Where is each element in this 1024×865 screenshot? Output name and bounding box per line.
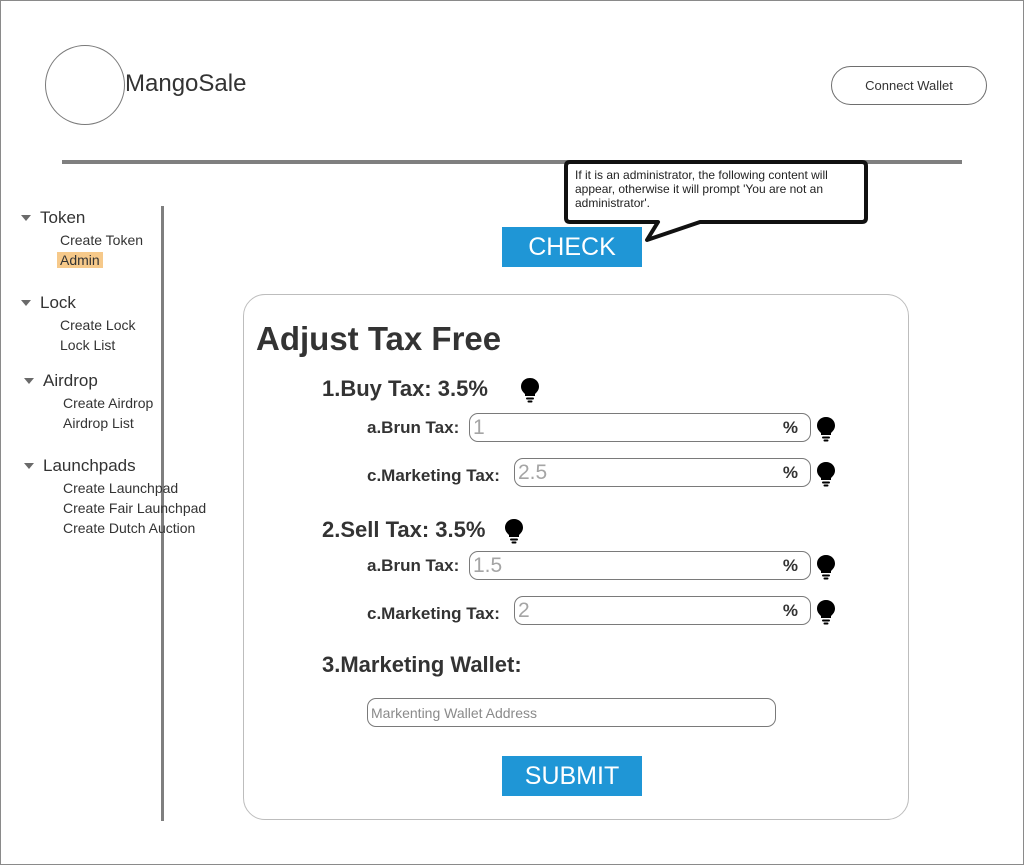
form-title: Adjust Tax Free [256,320,502,357]
buy-marketing-tax-field: % [514,458,811,487]
lightbulb-icon[interactable] [816,416,836,442]
caret-down-icon [21,300,31,306]
marketing-wallet-title: 3.Marketing Wallet: [322,652,522,677]
sidebar-group-launchpads: Launchpads Create Launchpad Create Fair … [24,456,206,536]
sidebar-item-create-fair-launchpad[interactable]: Create Fair Launchpad [63,500,206,516]
sell-marketing-tax-label: c.Marketing Tax: [367,604,500,623]
admin-note-text: If it is an administrator, the following… [575,168,828,210]
lightbulb-icon[interactable] [816,599,836,625]
buy-brun-tax-input[interactable] [470,415,810,440]
sell-brun-tax-input[interactable] [470,553,810,578]
marketing-wallet-field [367,698,776,727]
submit-button[interactable]: SUBMIT [502,756,642,796]
sidebar-group-header-token[interactable]: Token [21,208,143,228]
sidebar-group-label: Launchpads [43,456,136,475]
sidebar-item-create-dutch-auction[interactable]: Create Dutch Auction [63,520,206,536]
sidebar-group-lock: Lock Create Lock Lock List [21,293,135,353]
caret-down-icon [21,215,31,221]
sell-marketing-tax-input[interactable] [515,598,810,623]
sidebar-group-header-airdrop[interactable]: Airdrop [24,371,153,391]
sidebar-item-create-lock[interactable]: Create Lock [60,317,135,333]
sidebar-item-create-launchpad[interactable]: Create Launchpad [63,480,206,496]
sell-tax-title: 2.Sell Tax: 3.5% [322,517,486,542]
app-title: MangoSale [125,70,247,97]
buy-tax-title: 1.Buy Tax: 3.5% [322,376,488,401]
sidebar-item-create-token[interactable]: Create Token [60,232,143,248]
sidebar-group-airdrop: Airdrop Create Airdrop Airdrop List [24,371,153,431]
buy-brun-tax-label: a.Brun Tax: [367,418,460,437]
percent-suffix: % [782,463,798,482]
check-button[interactable]: CHECK [502,227,642,267]
lightbulb-icon[interactable] [504,518,524,544]
caret-down-icon [24,463,34,469]
logo-placeholder [45,45,125,125]
percent-suffix: % [782,418,798,437]
marketing-wallet-input[interactable] [368,704,775,721]
sidebar-group-label: Lock [40,293,76,312]
sell-brun-tax-field: % [469,551,811,580]
header-divider [62,160,962,164]
sidebar-item-lock-list[interactable]: Lock List [60,337,135,353]
sidebar-item-airdrop-list[interactable]: Airdrop List [63,415,153,431]
sidebar-group-label: Airdrop [43,371,98,390]
sidebar-group-header-lock[interactable]: Lock [21,293,135,313]
sell-brun-tax-label: a.Brun Tax: [367,556,460,575]
buy-marketing-tax-input[interactable] [515,460,810,485]
sidebar-group-token: Token Create Token Admin [21,208,143,270]
lightbulb-icon[interactable] [816,461,836,487]
buy-marketing-tax-label: c.Marketing Tax: [367,466,500,485]
connect-wallet-button[interactable]: Connect Wallet [831,66,987,105]
percent-suffix: % [782,601,798,620]
percent-suffix: % [782,556,798,575]
sidebar-item-create-airdrop[interactable]: Create Airdrop [63,395,153,411]
buy-brun-tax-field: % [469,413,811,442]
sell-marketing-tax-field: % [514,596,811,625]
sidebar-item-admin[interactable]: Admin [57,252,103,268]
sidebar-group-label: Token [40,208,86,227]
caret-down-icon [24,378,34,384]
lightbulb-icon[interactable] [816,554,836,580]
lightbulb-icon[interactable] [520,377,540,403]
sidebar-group-header-launchpads[interactable]: Launchpads [24,456,206,476]
